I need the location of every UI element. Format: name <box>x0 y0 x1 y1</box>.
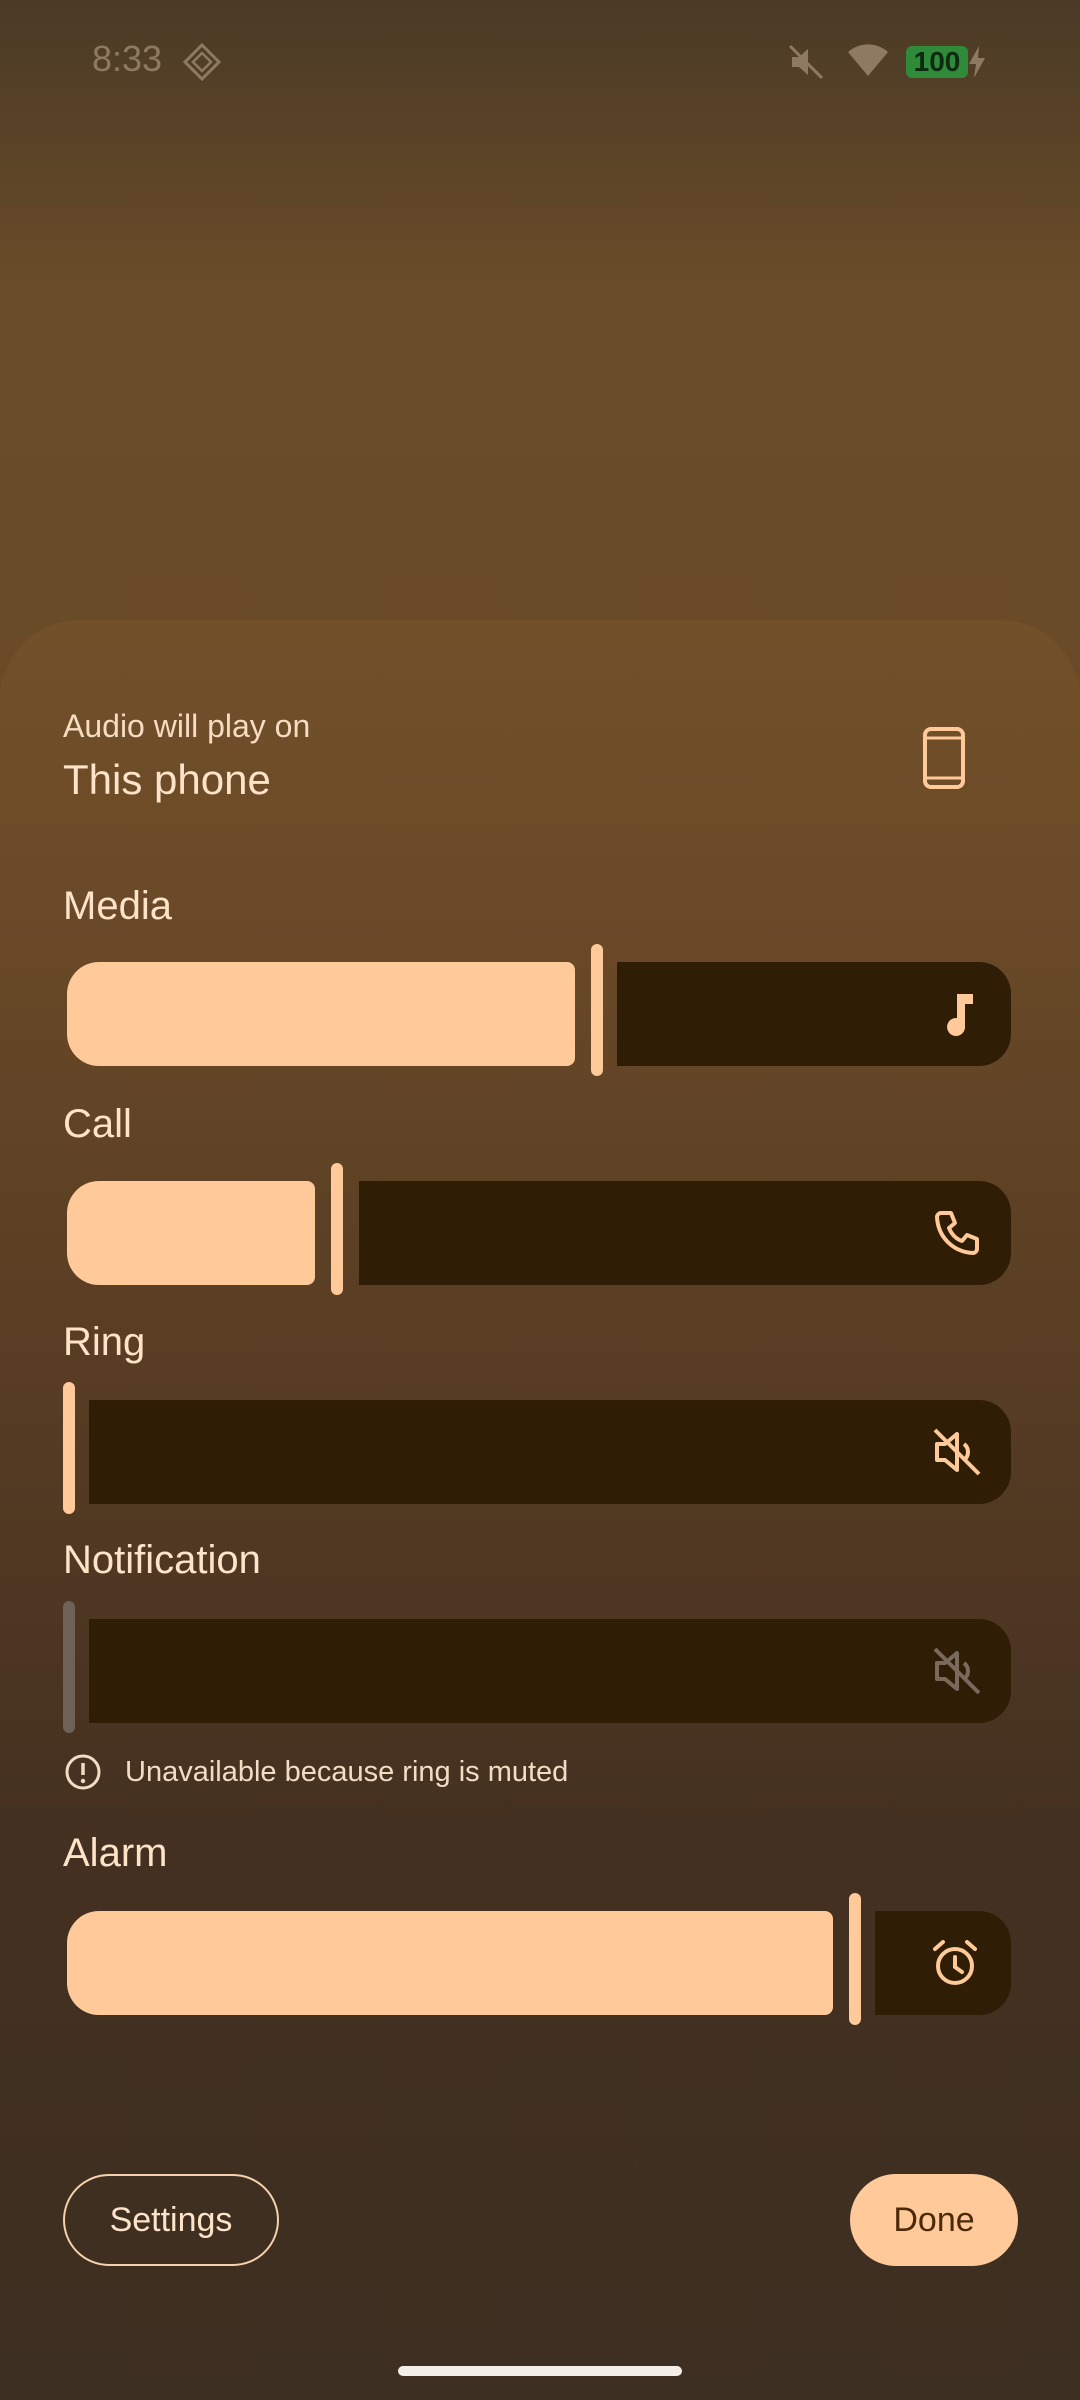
notification-warning-text: Unavailable because ring is muted <box>125 1756 569 1788</box>
alarm-slider-handle[interactable] <box>849 1893 861 2025</box>
audio-output-label: Audio will play on <box>63 708 311 744</box>
call-slider-track[interactable] <box>359 1181 1011 1285</box>
music-note-icon <box>947 994 973 1036</box>
volume-off-icon[interactable] <box>931 1426 983 1478</box>
charging-bolt-icon <box>969 46 985 78</box>
media-slider-fill <box>67 962 575 1066</box>
call-slider[interactable] <box>63 1163 1011 1295</box>
alarm-clock-icon <box>933 1940 977 1985</box>
mute-icon <box>788 44 824 80</box>
assistant-diamond-icon <box>182 42 222 82</box>
media-slider-handle[interactable] <box>591 944 603 1076</box>
battery-icon: 100 <box>906 46 968 78</box>
wifi-icon <box>848 44 888 76</box>
notification-slider-track <box>89 1619 1011 1723</box>
notification-title: Notification <box>63 1538 261 1582</box>
battery-level: 100 <box>913 46 961 77</box>
phone-icon[interactable] <box>920 726 968 790</box>
alarm-slider[interactable] <box>63 1893 1011 2025</box>
ring-slider-handle[interactable] <box>63 1382 75 1514</box>
ring-title: Ring <box>63 1320 146 1364</box>
info-alert-icon <box>65 1754 101 1790</box>
notification-slider-handle <box>63 1601 75 1733</box>
ring-slider[interactable] <box>63 1382 1011 1514</box>
alarm-title: Alarm <box>63 1831 168 1875</box>
media-title: Media <box>63 884 172 928</box>
alarm-slider-fill <box>67 1911 833 2015</box>
notification-slider <box>63 1601 1011 1733</box>
media-slider[interactable] <box>63 944 1011 1076</box>
call-title: Call <box>63 1102 132 1146</box>
done-button[interactable]: Done <box>850 2174 1018 2266</box>
home-indicator[interactable] <box>398 2366 682 2376</box>
call-slider-fill <box>67 1181 315 1285</box>
ring-slider-track[interactable] <box>89 1400 1011 1504</box>
volume-off-icon <box>933 1647 981 1695</box>
call-slider-handle[interactable] <box>331 1163 343 1295</box>
status-bar: 8:33 100 <box>0 0 1080 120</box>
phone-call-icon <box>935 1211 979 1255</box>
audio-output-device[interactable]: This phone <box>63 756 271 804</box>
settings-button[interactable]: Settings <box>63 2174 279 2266</box>
status-time: 8:33 <box>92 38 163 79</box>
